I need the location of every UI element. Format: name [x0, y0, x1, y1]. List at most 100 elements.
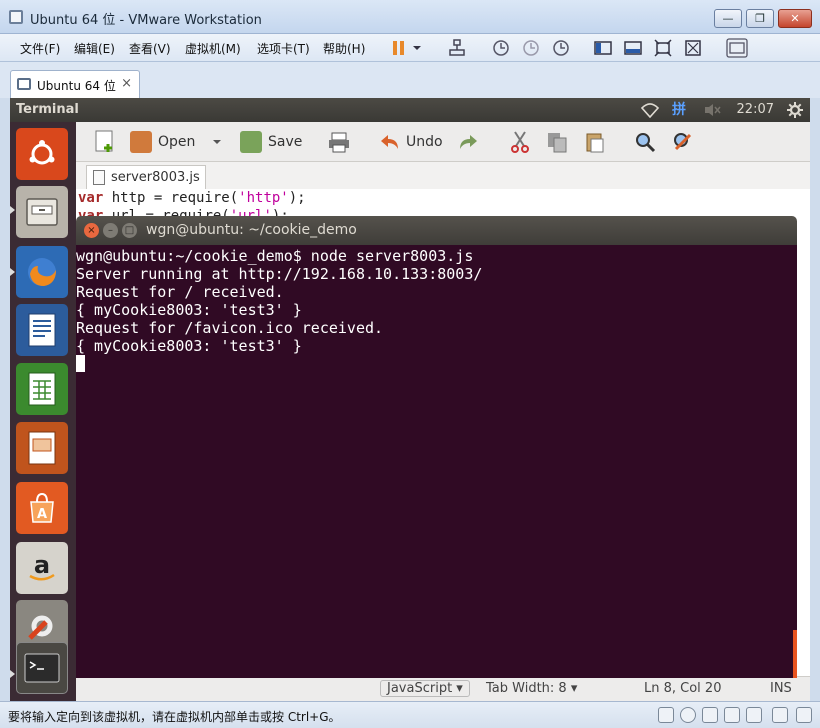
input-method-icon[interactable]: 拼 [672, 102, 686, 118]
usb-icon[interactable] [724, 707, 740, 723]
tab-label: Ubuntu 64 位 [37, 79, 116, 93]
terminal-title: wgn@ubuntu: ~/cookie_demo [146, 222, 357, 238]
tab-close-icon[interactable]: × [121, 76, 132, 91]
panel-clock[interactable]: 22:07 [737, 102, 774, 117]
terminal-window[interactable]: × – □ wgn@ubuntu: ~/cookie_demo wgn@ubun… [76, 216, 797, 678]
tab-ubuntu-vm[interactable]: Ubuntu 64 位 × [10, 70, 140, 98]
save-label: Save [268, 134, 303, 150]
status-hint: 要将输入定向到该虚拟机，请在虚拟机内部单击或按 Ctrl+G。 [8, 710, 341, 724]
save-button[interactable]: Save [240, 131, 302, 153]
open-button[interactable]: Open [130, 131, 195, 153]
paste-icon[interactable] [584, 131, 606, 153]
ubuntu-top-panel: Terminal 拼 22:07 [10, 98, 810, 122]
undo-icon [381, 135, 398, 149]
library-view-icon[interactable] [726, 38, 748, 58]
menu-vm[interactable]: 虚拟机(M) [185, 40, 241, 57]
launcher-software-center[interactable]: A [16, 482, 68, 534]
launcher-dash[interactable] [16, 128, 68, 180]
printer-icon[interactable] [772, 707, 788, 723]
launcher-amazon[interactable]: a [16, 542, 68, 594]
launcher-calc[interactable] [16, 363, 68, 415]
terminal-body[interactable]: wgn@ubuntu:~/cookie_demo$ node server800… [76, 245, 797, 678]
vmware-menubar: 文件(F) 编辑(E) 查看(V) 虚拟机(M) 选项卡(T) 帮助(H) [0, 34, 820, 62]
menu-help[interactable]: 帮助(H) [323, 40, 365, 57]
shopping-bag-icon: A [30, 492, 54, 523]
copy-icon[interactable] [546, 131, 568, 153]
launcher-firefox[interactable] [16, 246, 68, 298]
terminal-titlebar[interactable]: × – □ wgn@ubuntu: ~/cookie_demo [76, 216, 797, 245]
wifi-icon[interactable] [640, 102, 660, 118]
terminal-cursor [76, 355, 85, 372]
launcher-running-pip [10, 206, 15, 214]
display-icon[interactable] [796, 707, 812, 723]
menu-file[interactable]: 文件(F) [20, 40, 60, 57]
minimize-button[interactable]: — [714, 9, 742, 28]
gear-icon[interactable] [786, 101, 804, 119]
terminal-line: { myCookie8003: 'test3' } [76, 337, 302, 355]
search-replace-icon[interactable] [672, 131, 694, 153]
spreadsheet-icon [28, 372, 56, 406]
cursor-position: Ln 8, Col 20 [644, 681, 722, 696]
vmware-tabbar: Ubuntu 64 位 × [0, 62, 820, 98]
gedit-document-tab[interactable]: server8003.js [86, 165, 206, 189]
window-title: Ubuntu 64 位 - VMware Workstation [30, 13, 262, 28]
network-icon[interactable] [448, 39, 466, 57]
chevron-down-icon[interactable] [212, 138, 222, 146]
gedit-statusbar: JavaScript ▾ Tab Width: 8 ▾ Ln 8, Col 20… [76, 676, 810, 701]
sidebar-view-icon[interactable] [594, 39, 612, 57]
print-icon[interactable] [328, 131, 350, 153]
launcher-files[interactable] [16, 186, 68, 238]
launcher-running-pip [10, 670, 15, 678]
vm-icon [17, 78, 31, 90]
snapshot-manager-icon[interactable] [552, 39, 570, 57]
folder-open-icon [130, 131, 152, 153]
svg-text:A: A [37, 507, 47, 522]
undo-button[interactable]: Undo [378, 131, 443, 153]
terminal-minimize-button[interactable]: – [103, 223, 118, 238]
panel-app-title: Terminal [16, 102, 79, 117]
code-line: var http = require('http'); [78, 190, 306, 206]
revert-snapshot-icon[interactable] [522, 39, 540, 57]
chevron-down-icon[interactable] [411, 39, 423, 57]
search-icon[interactable] [634, 131, 656, 153]
system-settings-icon [28, 615, 53, 640]
close-button[interactable]: ✕ [778, 9, 812, 28]
fullscreen-icon[interactable] [654, 39, 672, 57]
vmware-app-icon [9, 10, 23, 24]
language-selector[interactable]: JavaScript ▾ [380, 680, 470, 697]
hard-disk-icon[interactable] [658, 707, 674, 723]
terminal-scrollbar[interactable] [793, 630, 797, 678]
launcher-terminal[interactable] [16, 642, 68, 694]
text-file-icon [93, 170, 105, 185]
launcher-writer[interactable] [16, 304, 68, 356]
gedit-toolbar: Open Save Undo [76, 122, 810, 162]
tab-width-selector[interactable]: Tab Width: 8 ▾ [486, 681, 577, 696]
menu-view[interactable]: 查看(V) [129, 40, 171, 57]
redo-icon[interactable] [458, 131, 480, 153]
unity-mode-icon[interactable] [684, 39, 702, 57]
sound-icon[interactable] [746, 707, 762, 723]
terminal-line: Server running at http://192.168.10.133:… [76, 265, 483, 283]
volume-muted-icon[interactable] [704, 103, 722, 117]
open-label: Open [158, 134, 196, 150]
vmware-statusbar: 要将输入定向到该虚拟机，请在虚拟机内部单击或按 Ctrl+G。 [0, 701, 820, 728]
restore-button[interactable]: ❐ [746, 9, 774, 28]
new-document-icon[interactable] [94, 130, 116, 154]
terminal-line: { myCookie8003: 'test3' } [76, 301, 302, 319]
terminal-close-button[interactable]: × [84, 223, 99, 238]
terminal-line: Request for / received. [76, 283, 284, 301]
menu-edit[interactable]: 编辑(E) [74, 40, 115, 57]
snapshot-icon[interactable] [492, 39, 510, 57]
terminal-maximize-button[interactable]: □ [122, 223, 137, 238]
network-adapter-icon[interactable] [702, 707, 718, 723]
document-tab-label: server8003.js [111, 170, 200, 185]
pause-icon[interactable] [390, 39, 408, 57]
cd-dvd-icon[interactable] [680, 707, 696, 723]
unity-launcher: A a [10, 122, 76, 701]
presentation-icon [28, 431, 56, 465]
menu-tabs[interactable]: 选项卡(T) [257, 40, 310, 57]
file-cabinet-icon [26, 198, 58, 226]
cut-icon[interactable] [510, 131, 530, 153]
launcher-impress[interactable] [16, 422, 68, 474]
console-view-icon[interactable] [624, 39, 642, 57]
